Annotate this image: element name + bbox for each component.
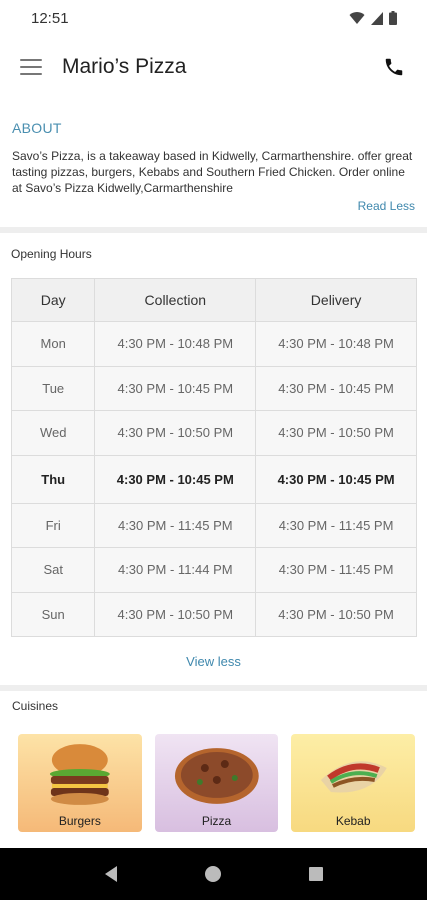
table-row: Tue 4:30 PM - 10:45 PM 4:30 PM - 10:45 P… bbox=[10, 365, 417, 411]
table-header-row: Day Collection Delivery bbox=[10, 278, 417, 322]
row-delivery: 4:30 PM - 11:45 PM bbox=[255, 547, 417, 593]
row-day: Sun bbox=[10, 591, 96, 637]
about-text: Savo’s Pizza, is a takeaway based in Kid… bbox=[12, 149, 413, 195]
pizza-image bbox=[174, 748, 259, 804]
row-delivery: 4:30 PM - 10:50 PM bbox=[255, 410, 417, 456]
home-icon[interactable] bbox=[204, 865, 222, 883]
about-heading: ABOUT bbox=[12, 120, 62, 136]
menu-icon[interactable] bbox=[20, 59, 42, 75]
about-section: ABOUT Savo’s Pizza, is a takeaway based … bbox=[0, 112, 427, 213]
status-bar: 12:51 bbox=[0, 0, 427, 36]
section-divider bbox=[0, 685, 427, 691]
cuisine-label: Burgers bbox=[58, 814, 101, 828]
kebab-image bbox=[321, 761, 388, 793]
cuisines-section: Cuisines Burgers Pizza Kebab bbox=[0, 692, 427, 832]
cuisine-label: Pizza bbox=[201, 814, 232, 828]
row-collection: 4:30 PM - 11:45 PM bbox=[94, 502, 257, 548]
header-collection: Collection bbox=[94, 278, 257, 322]
signal-icon bbox=[371, 11, 383, 25]
row-collection: 4:30 PM - 10:48 PM bbox=[94, 321, 257, 367]
row-day: Thu bbox=[10, 454, 96, 504]
row-collection: 4:30 PM - 10:50 PM bbox=[94, 591, 257, 637]
opening-hours-section: Opening Hours Day Collection Delivery Mo… bbox=[0, 240, 427, 669]
phone-icon[interactable] bbox=[381, 54, 407, 80]
table-row: Sun 4:30 PM - 10:50 PM 4:30 PM - 10:50 P… bbox=[10, 591, 417, 637]
recents-icon[interactable] bbox=[308, 866, 324, 882]
row-delivery: 4:30 PM - 11:45 PM bbox=[255, 502, 417, 548]
table-row: Wed 4:30 PM - 10:50 PM 4:30 PM - 10:50 P… bbox=[10, 410, 417, 456]
table-row: Mon 4:30 PM - 10:48 PM 4:30 PM - 10:48 P… bbox=[10, 321, 417, 367]
table-row: Sat 4:30 PM - 11:44 PM 4:30 PM - 11:45 P… bbox=[10, 547, 417, 593]
row-day: Wed bbox=[10, 410, 96, 456]
opening-hours-title: Opening Hours bbox=[11, 247, 92, 261]
row-collection: 4:30 PM - 11:44 PM bbox=[94, 547, 257, 593]
row-delivery: 4:30 PM - 10:45 PM bbox=[255, 365, 417, 411]
row-delivery: 4:30 PM - 10:45 PM bbox=[255, 454, 417, 504]
section-divider bbox=[0, 227, 427, 233]
row-delivery: 4:30 PM - 10:48 PM bbox=[255, 321, 417, 367]
table-row-current-day: Thu 4:30 PM - 10:45 PM 4:30 PM - 10:45 P… bbox=[10, 454, 417, 504]
row-collection: 4:30 PM - 10:45 PM bbox=[94, 365, 257, 411]
view-less-link[interactable]: View less bbox=[11, 654, 416, 669]
header-delivery: Delivery bbox=[255, 278, 417, 322]
row-collection: 4:30 PM - 10:45 PM bbox=[94, 454, 257, 504]
system-nav-bar bbox=[0, 848, 427, 900]
cuisine-card-kebab[interactable]: Kebab bbox=[291, 734, 416, 832]
row-delivery: 4:30 PM - 10:50 PM bbox=[255, 591, 417, 637]
app-bar: Mario’s Pizza bbox=[0, 36, 427, 98]
row-day: Fri bbox=[10, 502, 96, 548]
header-day: Day bbox=[10, 278, 96, 322]
cuisine-card-burgers[interactable]: Burgers bbox=[18, 734, 142, 832]
app-title: Mario’s Pizza bbox=[62, 55, 187, 78]
wifi-icon bbox=[349, 12, 365, 24]
battery-icon bbox=[389, 11, 397, 25]
burger-image bbox=[49, 744, 110, 805]
cuisine-label: Kebab bbox=[335, 814, 371, 828]
cuisine-list: Burgers Pizza Kebab bbox=[12, 734, 416, 832]
cuisine-card-pizza[interactable]: Pizza bbox=[154, 734, 279, 832]
back-icon[interactable] bbox=[103, 865, 119, 883]
status-icons bbox=[349, 11, 397, 25]
status-time: 12:51 bbox=[31, 9, 69, 27]
cuisines-title: Cuisines bbox=[12, 699, 59, 713]
opening-hours-table: Day Collection Delivery Mon 4:30 PM - 10… bbox=[10, 278, 417, 637]
read-less-link[interactable]: Read Less bbox=[12, 199, 415, 213]
table-row: Fri 4:30 PM - 11:45 PM 4:30 PM - 11:45 P… bbox=[10, 502, 417, 548]
row-day: Sat bbox=[10, 547, 96, 593]
row-day: Tue bbox=[10, 365, 96, 411]
row-collection: 4:30 PM - 10:50 PM bbox=[94, 410, 257, 456]
row-day: Mon bbox=[10, 321, 96, 367]
